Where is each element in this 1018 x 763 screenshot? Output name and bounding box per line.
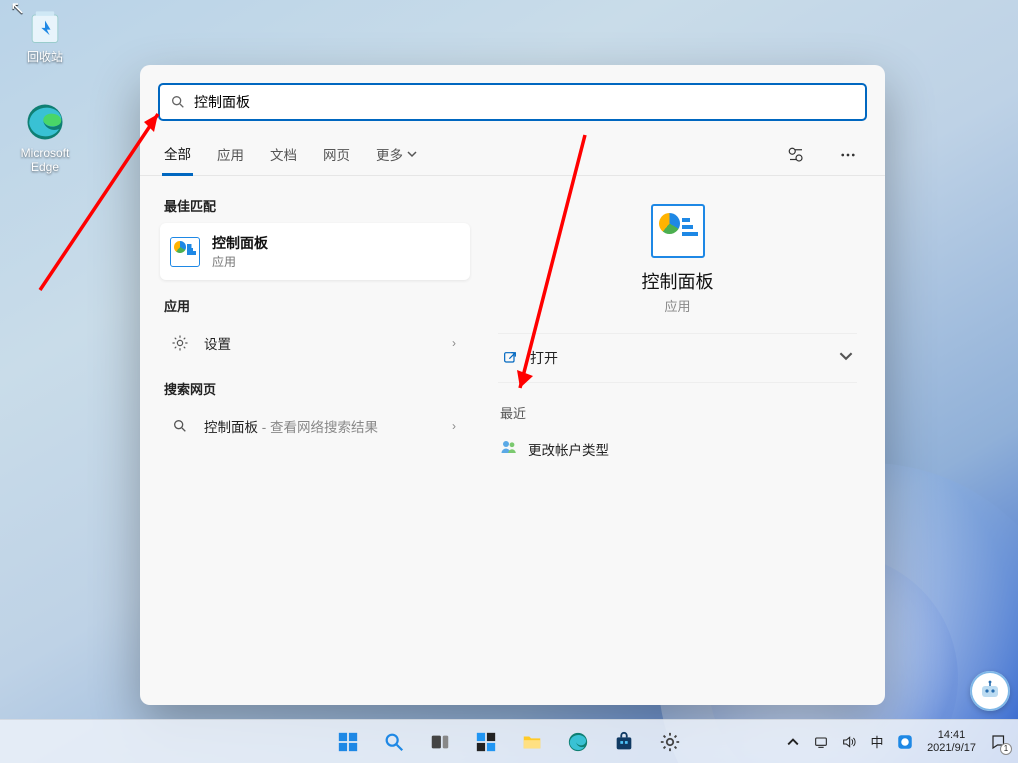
result-label: 控制面板 - 查看网络搜索结果 [204, 416, 378, 436]
recent-item-label: 更改帐户类型 [528, 439, 609, 459]
taskbar-center [328, 722, 690, 762]
detail-subtitle: 应用 [498, 296, 857, 315]
action-label: 打开 [530, 348, 558, 368]
tray-overflow-button[interactable] [783, 732, 803, 752]
section-apps: 应用 [164, 296, 470, 315]
detail-column: 控制面板 应用 打开 最近 [470, 176, 885, 705]
clock-date: 2021/9/17 [927, 742, 976, 755]
tab-documents[interactable]: 文档 [268, 136, 299, 174]
section-web-search: 搜索网页 [164, 379, 470, 398]
search-icon [170, 94, 186, 110]
taskbar-clock[interactable]: 14:41 2021/9/17 [923, 729, 980, 755]
search-icon [168, 418, 192, 434]
search-input[interactable] [186, 94, 855, 110]
clock-time: 14:41 [927, 729, 976, 742]
result-label: 设置 [204, 333, 231, 353]
widgets-button[interactable] [466, 722, 506, 762]
control-panel-icon [651, 204, 705, 258]
chevron-right-icon: › [452, 419, 462, 433]
desktop-icon-label: 回收站 [8, 50, 82, 64]
chevron-down-icon [407, 149, 417, 159]
result-settings[interactable]: 设置 › [160, 323, 470, 363]
detail-title: 控制面板 [498, 268, 857, 294]
recent-label: 最近 [500, 403, 857, 422]
control-panel-icon [170, 237, 200, 267]
search-options-button[interactable] [781, 140, 811, 170]
more-options-button[interactable] [833, 140, 863, 170]
section-best-match: 最佳匹配 [164, 196, 470, 215]
start-button[interactable] [328, 722, 368, 762]
result-best-control-panel[interactable]: 控制面板 应用 [160, 223, 470, 280]
search-tabs: 全部 应用 文档 网页 更多 [140, 131, 885, 176]
user-accounts-icon [500, 438, 518, 459]
tab-apps[interactable]: 应用 [215, 136, 246, 174]
result-title: 控制面板 [212, 233, 268, 253]
recent-item-change-account-type[interactable]: 更改帐户类型 [498, 432, 857, 465]
desktop-icon-edge[interactable]: Microsoft Edge [8, 100, 82, 174]
notification-badge: 1 [1000, 743, 1012, 755]
edge-icon [23, 100, 67, 144]
gear-icon [168, 334, 192, 352]
expand-actions-button[interactable] [839, 349, 853, 368]
tab-web[interactable]: 网页 [321, 136, 352, 174]
settings-button[interactable] [650, 722, 690, 762]
tab-more[interactable]: 更多 [374, 136, 419, 174]
open-external-icon [502, 350, 518, 366]
chevron-right-icon: › [452, 336, 462, 350]
search-panel: 全部 应用 文档 网页 更多 最佳匹配 控制面板 应用 应用 [140, 65, 885, 705]
tab-all[interactable]: 全部 [162, 135, 193, 176]
edge-button[interactable] [558, 722, 598, 762]
assistant-bubble[interactable] [970, 671, 1010, 711]
network-icon[interactable] [811, 732, 831, 752]
ime-icon[interactable]: 中 [867, 732, 887, 752]
desktop-icon-label: Microsoft Edge [8, 146, 82, 174]
taskbar-search-button[interactable] [374, 722, 414, 762]
search-box[interactable] [158, 83, 867, 121]
tray-app-icon[interactable] [895, 732, 915, 752]
store-button[interactable] [604, 722, 644, 762]
system-tray: 中 14:41 2021/9/17 1 [783, 729, 1018, 755]
results-column: 最佳匹配 控制面板 应用 应用 设置 › 搜索网页 [140, 176, 470, 705]
file-explorer-button[interactable] [512, 722, 552, 762]
desktop-icon-recycle-bin[interactable]: 回收站 [8, 4, 82, 64]
action-open[interactable]: 打开 [498, 334, 857, 383]
result-web-search[interactable]: 控制面板 - 查看网络搜索结果 › [160, 406, 470, 446]
volume-icon[interactable] [839, 732, 859, 752]
tab-more-label: 更多 [376, 144, 403, 164]
result-subtitle: 应用 [212, 253, 268, 270]
taskbar: 中 14:41 2021/9/17 1 [0, 719, 1018, 763]
recycle-bin-icon [23, 4, 67, 48]
task-view-button[interactable] [420, 722, 460, 762]
notifications-button[interactable]: 1 [988, 731, 1010, 753]
